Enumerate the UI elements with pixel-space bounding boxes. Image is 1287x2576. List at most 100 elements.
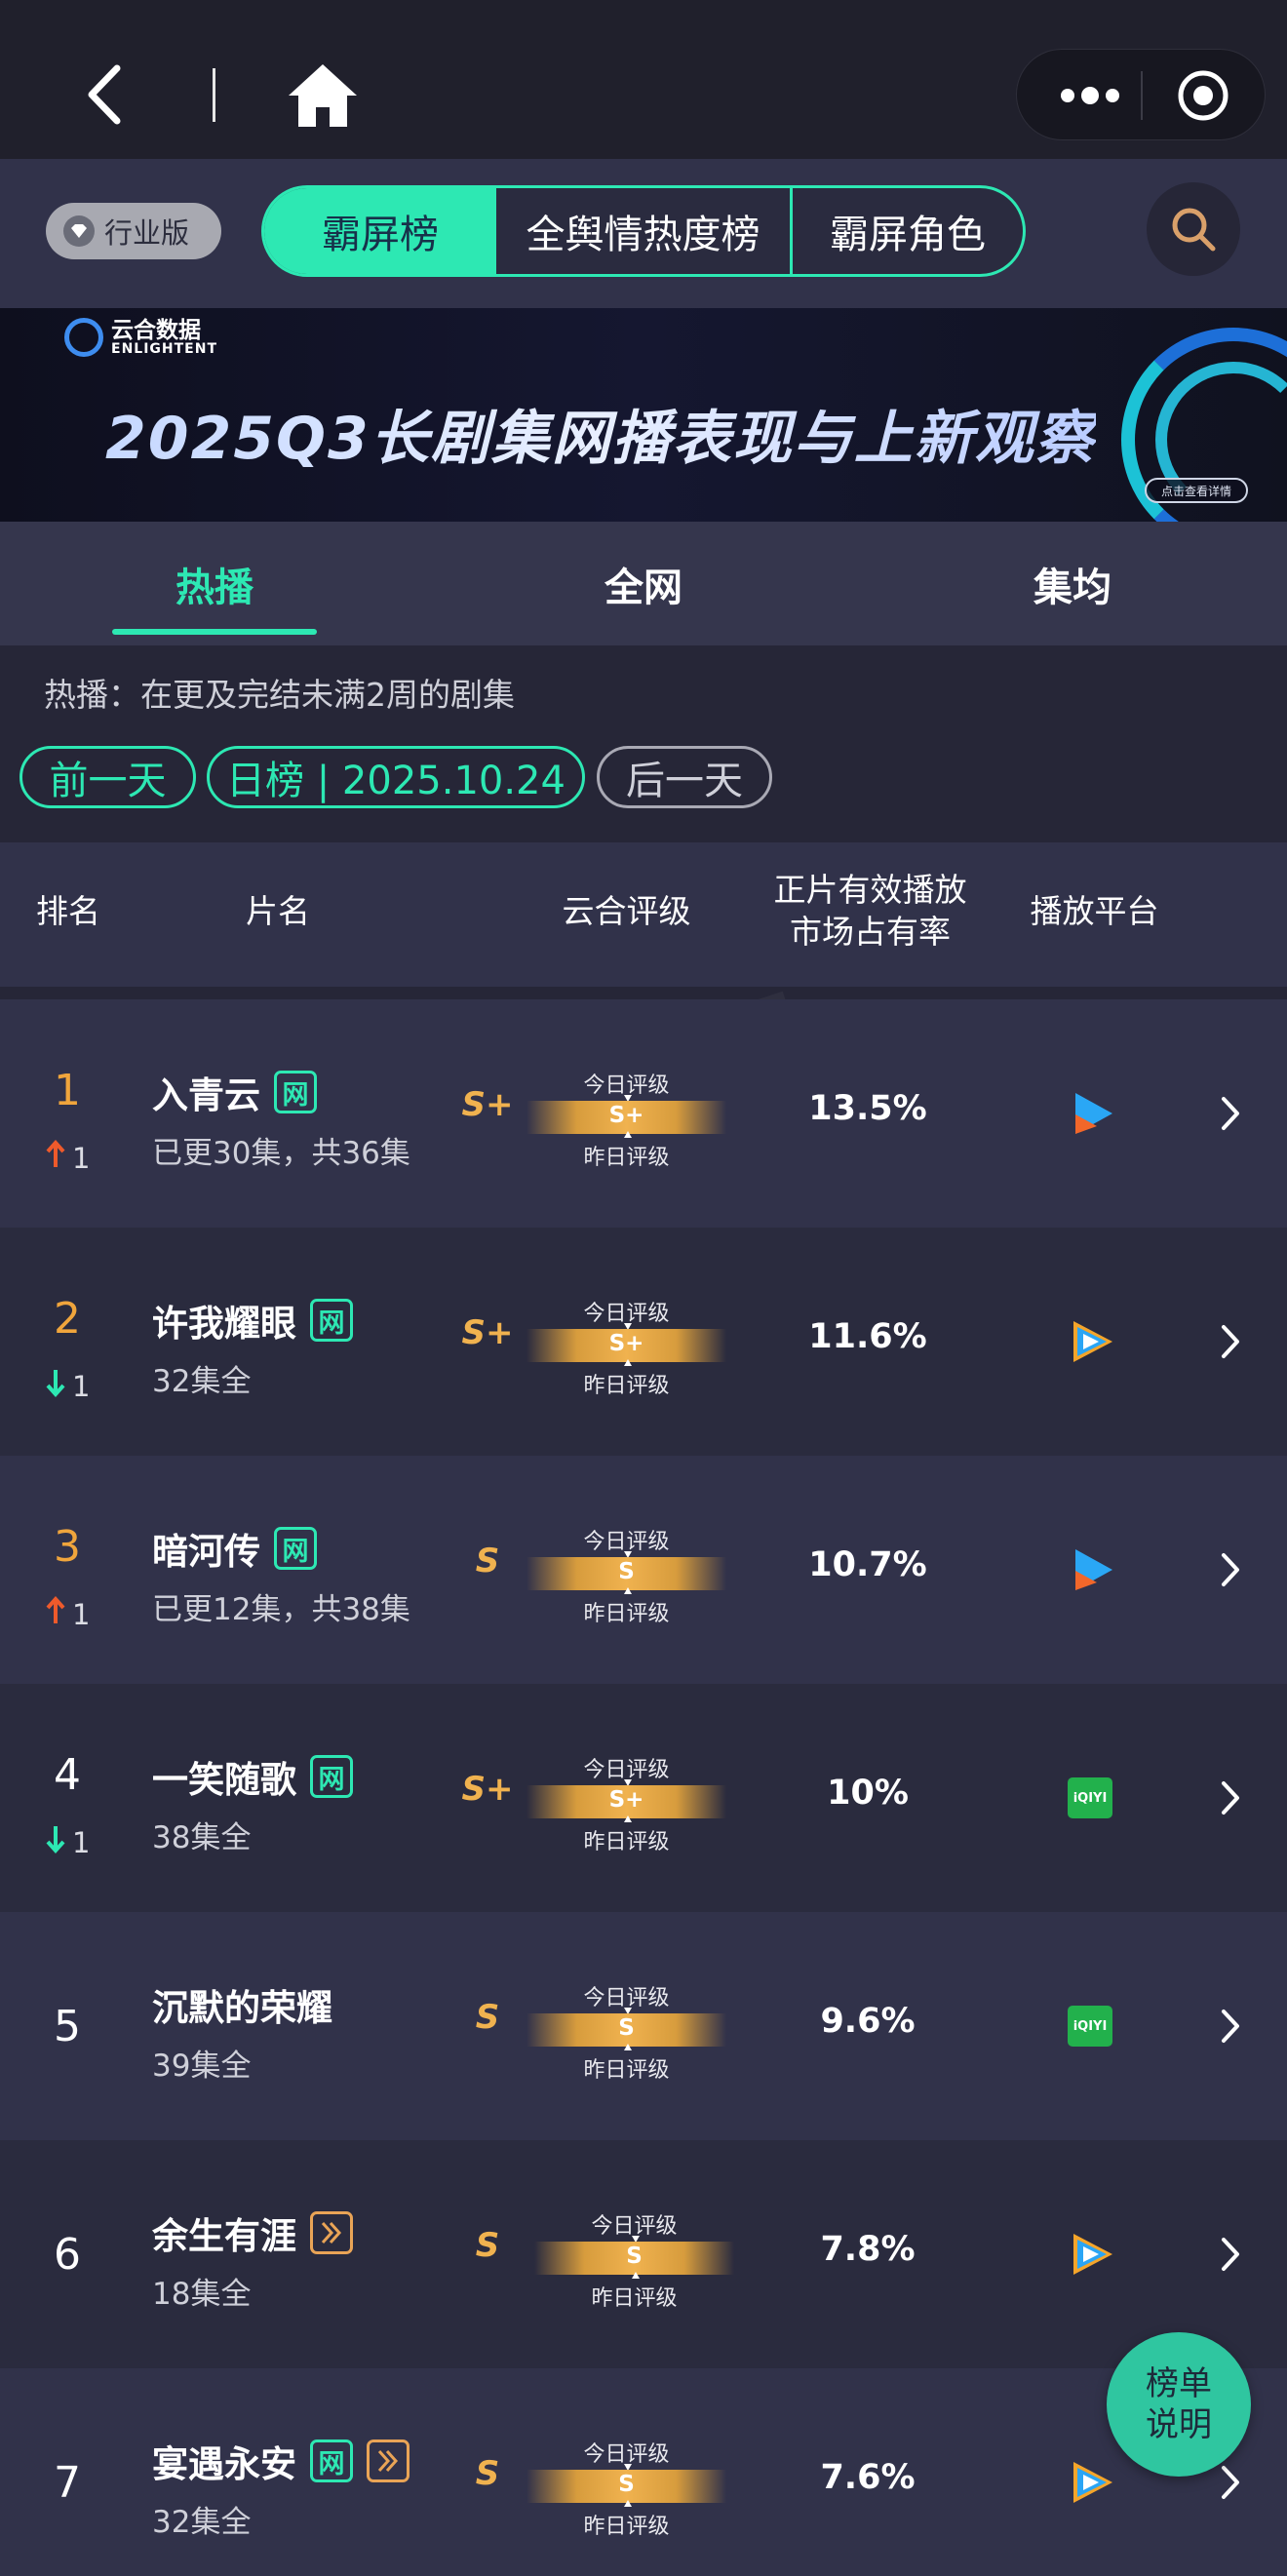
table-row[interactable]: 6 余生有涯 18集全 S 今日评级 S 昨日评级 7.8% — [0, 2140, 1287, 2368]
platform-logo: iQIYI — [1068, 2002, 1116, 2050]
platform-logo — [1068, 2230, 1116, 2279]
table-row[interactable]: 4 1 一笑随歌网 38集全 S+ 今日评级 S+ 昨日评级 10% iQIYI — [0, 1684, 1287, 1912]
subtab-all-network[interactable]: 全网 — [541, 522, 746, 645]
drama-title-line: 入青云网 — [152, 1066, 317, 1118]
today-grade: S — [618, 1559, 635, 1584]
youku-logo-icon — [1068, 1093, 1116, 1142]
yesterday-grade: S+ — [461, 1085, 514, 1124]
web-drama-badge: 网 — [310, 2439, 353, 2482]
brand-logo: 云合数据 ENLIGHTENT — [64, 318, 217, 357]
chevron-right-icon[interactable] — [1219, 1551, 1242, 1588]
web-drama-badge: 网 — [274, 1527, 317, 1570]
ranking-legend-button[interactable]: 榜单 说明 — [1107, 2332, 1251, 2477]
arrow-up-icon — [45, 1139, 66, 1176]
yesterday-marker — [624, 1587, 632, 1594]
yesterday-rating-label: 昨日评级 — [583, 1830, 670, 1854]
rank-change: 1 — [45, 1595, 90, 1632]
youku-logo-icon — [1068, 1549, 1116, 1598]
table-row[interactable]: 7 宴遇永安网 32集全 S 今日评级 S 昨日评级 7.6% — [0, 2368, 1287, 2576]
rank-number: 3 — [54, 1522, 81, 1572]
rating-bar: S+ — [526, 1329, 726, 1362]
rank-change: 1 — [45, 1368, 90, 1404]
tab-public-opinion-heat[interactable]: 全舆情热度榜 — [496, 188, 793, 274]
yesterday-rating-label: 昨日评级 — [583, 1374, 670, 1398]
more-dots-icon[interactable] — [1056, 79, 1124, 112]
platform-logo — [1068, 2458, 1116, 2507]
drama-title-line: 沉默的荣耀 — [152, 1978, 332, 2031]
drama-title: 沉默的荣耀 — [152, 1987, 332, 2029]
header-rank: 排名 — [36, 892, 100, 930]
next-day-button[interactable]: 后一天 — [597, 746, 772, 808]
chevron-right-icon[interactable] — [1219, 2008, 1242, 2045]
chevron-right-icon[interactable] — [1219, 2464, 1242, 2501]
rank-change: 1 — [45, 1824, 90, 1860]
platform-logo — [1068, 1317, 1116, 1366]
industry-edition-button[interactable]: 行业版 — [46, 203, 221, 259]
rating-bar: S+ — [526, 1101, 726, 1134]
drama-title: 一笑随歌 — [152, 1759, 296, 1801]
brand-mark-icon — [64, 318, 103, 357]
drama-title-line: 余生有涯 — [152, 2206, 353, 2259]
table-row[interactable]: 1 1 入青云网 已更30集，共36集 S+ 今日评级 S+ 昨日评级 13.5… — [0, 999, 1287, 1228]
chevron-right-icon[interactable] — [1219, 1095, 1242, 1132]
header-market-share: 正片有效播放 市场占有率 — [760, 870, 980, 954]
yesterday-rating-label: 昨日评级 — [591, 2286, 678, 2311]
chevron-right-icon[interactable] — [1219, 1779, 1242, 1816]
yesterday-marker — [624, 1815, 632, 1822]
episode-status: 18集全 — [152, 2277, 252, 2312]
subtab-per-episode[interactable]: 集均 — [970, 522, 1175, 645]
episode-status: 38集全 — [152, 1820, 252, 1855]
yesterday-rating-label: 昨日评级 — [583, 1602, 670, 1626]
today-grade: S — [626, 2244, 643, 2269]
drama-title-line: 暗河传网 — [152, 1522, 317, 1575]
market-share: 10.7% — [808, 1545, 927, 1584]
table-row[interactable]: 2 1 许我耀眼网 32集全 S+ 今日评级 S+ 昨日评级 11.6% — [0, 1228, 1287, 1456]
market-share: 7.6% — [820, 2458, 916, 2497]
rank-change-value: 1 — [72, 1369, 91, 1403]
promo-banner[interactable]: 云合数据 ENLIGHTENT 2025Q3长剧集网播表现与上新观察 点击查看详… — [0, 308, 1287, 522]
episode-status: 32集全 — [152, 2505, 252, 2540]
tab-dominant-screen[interactable]: 霸屏榜 — [264, 188, 496, 274]
drama-title: 宴遇永安 — [152, 2443, 296, 2485]
tab-dominant-roles[interactable]: 霸屏角色 — [793, 188, 1023, 274]
today-grade: S+ — [608, 1787, 644, 1813]
rank-number: 4 — [54, 1750, 81, 1800]
table-row[interactable]: 5 沉默的荣耀 39集全 S 今日评级 S 昨日评级 9.6% iQIYI — [0, 1912, 1287, 2140]
rating-meter: 今日评级 S 昨日评级 — [534, 2208, 734, 2311]
yesterday-marker — [624, 1359, 632, 1366]
yesterday-grade: S+ — [461, 1770, 514, 1809]
header-market-share-line1: 正片有效播放 — [773, 871, 967, 909]
header-market-share-line2: 市场占有率 — [790, 912, 951, 951]
chevron-right-icon[interactable] — [1219, 2236, 1242, 2273]
web-drama-badge: 网 — [310, 1755, 353, 1798]
drama-title: 余生有涯 — [152, 2215, 296, 2257]
chevron-left-icon[interactable] — [78, 60, 136, 129]
previous-day-button[interactable]: 前一天 — [20, 746, 196, 808]
banner-detail-button[interactable]: 点击查看详情 — [1145, 478, 1248, 503]
market-share: 7.8% — [820, 2230, 916, 2269]
home-icon[interactable] — [285, 60, 361, 131]
tencent-logo-icon — [1068, 2234, 1116, 2283]
today-grade: S — [618, 2472, 635, 2497]
market-share: 11.6% — [808, 1317, 927, 1356]
episode-status: 已更12集，共38集 — [152, 1592, 410, 1627]
yesterday-marker — [624, 1131, 632, 1138]
yesterday-grade: S — [475, 2226, 500, 2265]
subtab-hot[interactable]: 热播 — [112, 522, 317, 645]
date-selector[interactable]: 日榜 | 2025.10.24 — [207, 746, 585, 808]
yesterday-rating-label: 昨日评级 — [583, 1146, 670, 1170]
rank-number: 7 — [54, 2458, 81, 2508]
platform-logo — [1068, 1545, 1116, 1594]
rank-number: 2 — [54, 1294, 81, 1344]
search-button[interactable] — [1147, 182, 1240, 276]
drama-title: 入青云 — [152, 1074, 260, 1116]
top-navigation-bar — [0, 0, 1287, 159]
target-icon[interactable] — [1176, 68, 1230, 123]
table-row[interactable]: 3 1 暗河传网 已更12集，共38集 S 今日评级 S 昨日评级 10.7% — [0, 1456, 1287, 1684]
drama-title: 许我耀眼 — [152, 1303, 296, 1345]
yesterday-marker — [632, 2272, 640, 2279]
chevron-right-icon[interactable] — [1219, 1323, 1242, 1360]
yesterday-grade: S — [475, 1542, 500, 1581]
yesterday-rating-label: 昨日评级 — [583, 2058, 670, 2083]
rank-change-value: 1 — [72, 1141, 91, 1175]
